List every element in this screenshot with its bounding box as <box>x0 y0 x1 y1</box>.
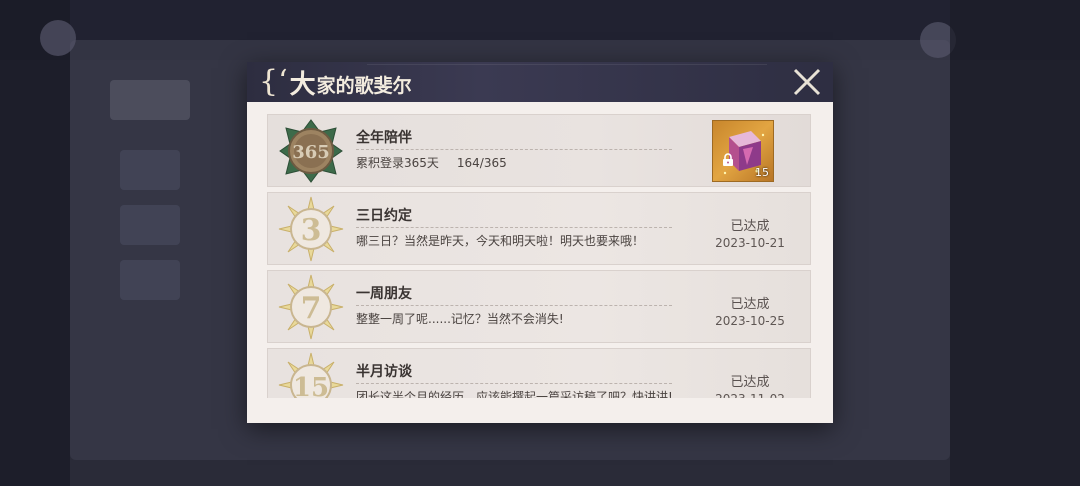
badge-15-icon: 15 <box>278 352 344 398</box>
achievement-row[interactable]: 3 三日约定 哪三日？当然是昨天，今天和明天啦！明天也要来哦！ 已达成 2023… <box>267 192 811 265</box>
reward-count: 15 <box>755 166 769 179</box>
background-block <box>120 260 180 300</box>
achievement-list[interactable]: 365 全年陪伴 累积登录365天 164/365 15 3 三日约定 哪三日？… <box>267 114 813 398</box>
divider <box>356 149 672 150</box>
background-avatar <box>40 20 76 56</box>
reward-item[interactable]: 15 <box>712 120 774 182</box>
background-left-shade <box>0 0 70 486</box>
divider <box>356 305 672 306</box>
lock-icon <box>723 153 733 166</box>
background-block <box>120 150 180 190</box>
header-decoration <box>367 64 767 102</box>
status-date: 2023-11-02 <box>710 392 790 398</box>
completion-status: 已达成 2023-11-02 <box>710 371 790 398</box>
badge-number: 15 <box>293 373 329 398</box>
status-date: 2023-10-21 <box>715 236 785 250</box>
modal-header: {‘ 大 家的歌斐尔 <box>247 62 833 102</box>
title-brace: {‘ <box>259 64 288 99</box>
background-block <box>120 205 180 245</box>
achievement-description: 团长这半个月的经历，应该能撰起一篇采访稿了吧？快讲讲! <box>356 390 673 398</box>
title-text: 家的歌斐尔 <box>316 74 412 97</box>
background-button <box>110 80 190 120</box>
completion-status: 已达成 2023-10-21 <box>710 215 790 250</box>
achievement-description: 整整一周了呢......记忆？当然不会消失! <box>356 312 564 326</box>
badge-3-icon: 3 <box>278 196 344 262</box>
status-label: 已达成 <box>730 297 770 312</box>
status-label: 已达成 <box>730 375 770 390</box>
achievement-description: 累积登录365天 164/365 <box>356 154 507 171</box>
badge-number: 7 <box>301 291 322 326</box>
description-text: 累积登录365天 <box>356 156 439 170</box>
badge-365-icon: 365 <box>278 118 344 184</box>
achievement-title: 全年陪伴 <box>356 130 412 146</box>
achievement-title: 三日约定 <box>356 208 412 224</box>
title-first-char: 大 <box>289 69 316 100</box>
achievement-title: 半月访谈 <box>356 364 412 380</box>
close-button[interactable] <box>789 64 825 100</box>
achievement-modal: {‘ 大 家的歌斐尔 365 全年陪伴 累积登录365天 164/365 15 … <box>247 62 833 423</box>
badge-number: 365 <box>292 142 330 163</box>
status-date: 2023-10-25 <box>715 314 785 328</box>
achievement-title: 一周朋友 <box>356 286 412 302</box>
divider <box>356 227 672 228</box>
badge-7-icon: 7 <box>278 274 344 340</box>
achievement-row[interactable]: 15 半月访谈 团长这半个月的经历，应该能撰起一篇采访稿了吧？快讲讲! 已达成 … <box>267 348 811 398</box>
badge-number: 3 <box>301 213 322 248</box>
status-label: 已达成 <box>730 219 770 234</box>
completion-status: 已达成 2023-10-25 <box>710 293 790 328</box>
modal-title: {‘ 大 家的歌斐尔 <box>259 62 412 102</box>
achievement-description: 哪三日？当然是昨天，今天和明天啦！明天也要来哦！ <box>356 234 645 248</box>
achievement-row[interactable]: 365 全年陪伴 累积登录365天 164/365 15 <box>267 114 811 187</box>
progress-text: 164/365 <box>456 156 507 170</box>
close-icon <box>793 68 821 96</box>
achievement-row[interactable]: 7 一周朋友 整整一周了呢......记忆？当然不会消失! 已达成 2023-1… <box>267 270 811 343</box>
divider <box>356 383 672 384</box>
background-right-shade <box>950 0 1080 486</box>
